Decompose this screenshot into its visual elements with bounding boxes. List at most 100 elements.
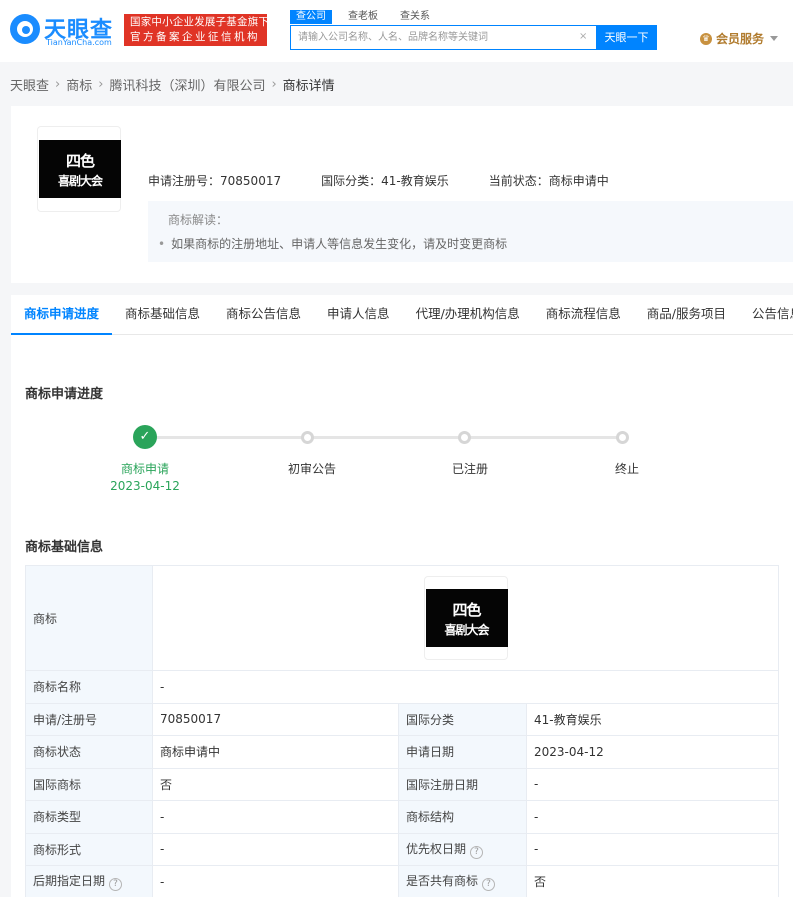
label-trademark-form: 商标形式 [25, 832, 153, 866]
trademark-image-large[interactable]: 四色 喜剧大会 [423, 576, 508, 660]
table-row: 商标类型 - 商标结构 - [25, 800, 779, 834]
label-trademark-type: 商标类型 [25, 800, 153, 834]
value-status: 商标申请中 [152, 735, 399, 769]
official-badge: 国家中小企业发展子基金旗下 官方备案企业征信机构 [124, 14, 270, 46]
label-trademark-structure: 商标结构 [398, 800, 527, 834]
badge-line-2: 官方备案企业征信机构 [130, 31, 260, 43]
step-label-preliminary: 初审公告 [287, 462, 337, 476]
interpretation-item: 如果商标的注册地址、申请人等信息发生变化，请及时变更商标 [158, 235, 507, 252]
search-input[interactable] [291, 26, 561, 49]
search-box: × 天眼一下 [290, 25, 657, 50]
help-icon[interactable]: ? [470, 845, 484, 859]
label-status: 商标状态 [25, 735, 153, 769]
label-intl-reg-date: 国际注册日期 [398, 767, 527, 801]
value-intl-trademark: 否 [152, 767, 399, 801]
trademark-image[interactable]: 四色 喜剧大会 [37, 126, 121, 212]
table-row: 后期指定日期? - 是否共有商标? 否 [25, 865, 779, 897]
tab-applicant-info[interactable]: 申请人信息 [314, 295, 403, 335]
summary-reg-no: 申请注册号：70850017 [148, 174, 282, 188]
step-dot-icon [616, 431, 629, 444]
tab-notices[interactable]: 公告信息 [739, 295, 793, 335]
summary-fields: 申请注册号：70850017 国际分类：41-教育娱乐 当前状态：商标申请中 [148, 172, 649, 189]
label-shared-trademark: 是否共有商标? [398, 865, 527, 897]
tab-announcement-info[interactable]: 商标公告信息 [213, 295, 314, 335]
help-icon[interactable]: ? [482, 878, 496, 892]
clear-icon[interactable]: × [579, 31, 587, 42]
value-trademark-type: - [152, 800, 399, 834]
value-shared-trademark: 否 [526, 865, 779, 897]
search-type-tabs: 查公司 查老板 查关系 [290, 10, 446, 24]
trademark-logo-art: 四色 喜剧大会 [425, 589, 508, 647]
basic-info-table: 商标 四色 喜剧大会 商标名称 - 申请/注册号 70850017 国际分类 4… [25, 565, 779, 897]
search-tab-relation[interactable]: 查关系 [394, 10, 436, 24]
breadcrumb-current: 商标详情 [282, 78, 335, 94]
crown-icon: ♛ [700, 32, 712, 45]
logo-domain: TianYanCha.com [46, 38, 112, 47]
table-row: 商标 四色 喜剧大会 [25, 565, 779, 671]
check-icon: ✓ [133, 425, 157, 449]
tab-process-info[interactable]: 商标流程信息 [533, 295, 634, 335]
progress-steps: ✓ 商标申请 2023-04-12 初审公告 已注册 终止 [11, 425, 793, 505]
label-apply-date: 申请日期 [398, 735, 527, 769]
detail-tabs: 商标申请进度 商标基础信息 商标公告信息 申请人信息 代理/办理机构信息 商标流… [11, 295, 793, 335]
label-intl-class: 国际分类 [398, 702, 527, 736]
caret-down-icon [770, 36, 779, 41]
top-header: 天眼查 TianYanCha.com 国家中小企业发展子基金旗下 官方备案企业征… [0, 0, 793, 62]
breadcrumb: 天眼查 › 商标 › 腾讯科技（深圳）有限公司 › 商标详情 [10, 75, 335, 94]
tab-basic-info[interactable]: 商标基础信息 [112, 295, 213, 335]
tab-agency-info[interactable]: 代理/办理机构信息 [403, 295, 533, 335]
table-row: 申请/注册号 70850017 国际分类 41-教育娱乐 [25, 702, 779, 736]
tianyancha-logo[interactable]: 天眼查 TianYanCha.com [10, 12, 118, 48]
trademark-image-cell: 四色 喜剧大会 [152, 565, 779, 671]
interpretation-title: 商标解读： [168, 213, 229, 227]
step-label-application: 商标申请 [120, 462, 170, 476]
step-label-terminated: 终止 [614, 462, 640, 476]
table-row: 商标状态 商标申请中 申请日期 2023-04-12 [25, 735, 779, 769]
trademark-summary-card: 四色 喜剧大会 申请注册号：70850017 国际分类：41-教育娱乐 当前状态… [11, 106, 793, 283]
breadcrumb-trademark[interactable]: 商标 [66, 75, 92, 94]
progress-line [145, 436, 623, 439]
label-intl-trademark: 国际商标 [25, 767, 153, 801]
breadcrumb-separator-icon: › [271, 76, 277, 92]
search-tab-boss[interactable]: 查老板 [342, 10, 384, 24]
step-dot-icon [458, 431, 471, 444]
search-button[interactable]: 天眼一下 [596, 25, 657, 50]
trademark-logo-art: 四色 喜剧大会 [39, 140, 121, 198]
value-priority-date: - [526, 832, 779, 866]
trademark-detail-panel: 商标申请进度 商标基础信息 商标公告信息 申请人信息 代理/办理机构信息 商标流… [11, 295, 793, 897]
value-intl-reg-date: - [526, 767, 779, 801]
tab-application-progress[interactable]: 商标申请进度 [11, 295, 113, 335]
table-row: 商标名称 - [25, 670, 779, 704]
tab-goods-services[interactable]: 商品/服务项目 [634, 295, 739, 335]
breadcrumb-separator-icon: › [98, 76, 104, 92]
breadcrumb-company[interactable]: 腾讯科技（深圳）有限公司 [109, 75, 265, 94]
search-tab-company[interactable]: 查公司 [290, 10, 332, 24]
value-apply-date: 2023-04-12 [526, 735, 779, 769]
label-priority-date: 优先权日期? [398, 832, 527, 866]
progress-section-title: 商标申请进度 [25, 387, 104, 402]
value-later-designation-date: - [152, 865, 399, 897]
step-dot-icon [301, 431, 314, 444]
badge-line-1: 国家中小企业发展子基金旗下 [130, 16, 270, 28]
step-date-application: 2023-04-12 [110, 479, 180, 493]
label-reg-no: 申请/注册号 [25, 702, 153, 736]
vip-service-menu[interactable]: ♛ 会员服务 [700, 30, 779, 47]
value-intl-class: 41-教育娱乐 [526, 702, 779, 736]
eye-logo-icon [10, 14, 40, 44]
summary-class: 国际分类：41-教育娱乐 [321, 174, 449, 188]
table-row: 商标形式 - 优先权日期? - [25, 832, 779, 866]
breadcrumb-separator-icon: › [55, 76, 61, 92]
basic-info-section-title: 商标基础信息 [25, 540, 104, 555]
table-row: 国际商标 否 国际注册日期 - [25, 767, 779, 801]
trademark-interpretation: 商标解读： 如果商标的注册地址、申请人等信息发生变化，请及时变更商标 [148, 201, 793, 262]
label-later-designation-date: 后期指定日期? [25, 865, 153, 897]
value-trademark-structure: - [526, 800, 779, 834]
value-trademark-name: - [152, 670, 779, 704]
breadcrumb-home[interactable]: 天眼查 [10, 75, 49, 94]
value-trademark-form: - [152, 832, 399, 866]
label-trademark: 商标 [25, 565, 153, 671]
label-trademark-name: 商标名称 [25, 670, 153, 704]
step-label-registered: 已注册 [451, 462, 489, 476]
summary-status: 当前状态：商标申请中 [488, 174, 609, 188]
help-icon[interactable]: ? [109, 878, 123, 892]
